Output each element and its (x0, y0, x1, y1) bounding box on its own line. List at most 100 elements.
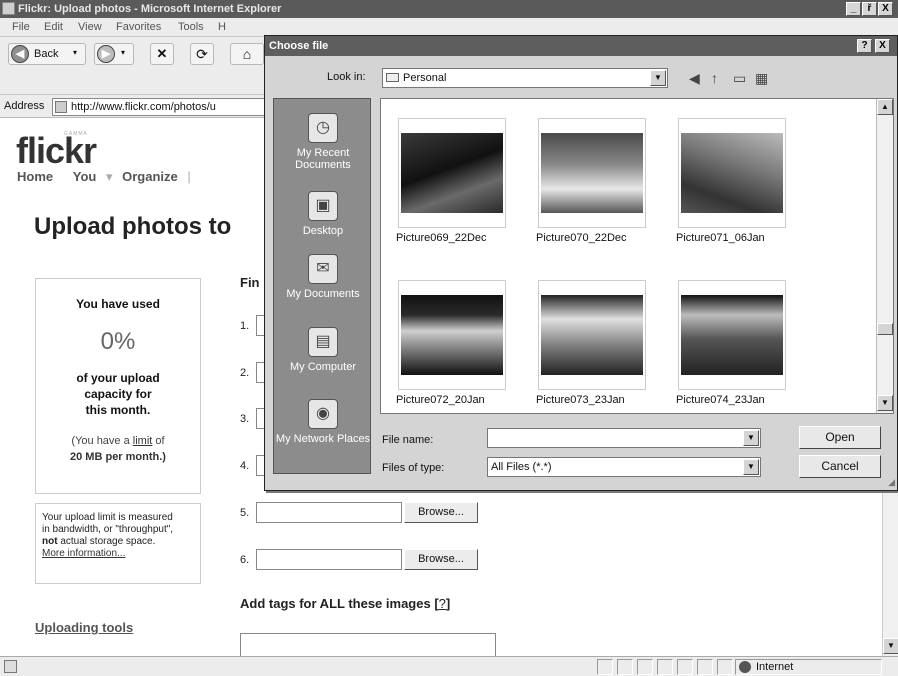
file-name-label[interactable]: Picture074_23Jan (676, 394, 796, 406)
home-button[interactable]: ⌂ (230, 43, 264, 65)
file-thumbnail[interactable] (678, 118, 786, 228)
limit-text-post: of (152, 435, 165, 447)
menu-help[interactable]: H (218, 21, 226, 33)
look-in-select[interactable]: Personal ▼ (382, 68, 668, 88)
browse-button[interactable]: Browse... (404, 502, 478, 523)
chevron-down-icon[interactable]: ▼ (650, 70, 666, 86)
menu-view[interactable]: View (78, 21, 102, 33)
limit-text-pre: (You have a (71, 435, 133, 447)
usage-line2: of your upload (76, 371, 160, 385)
back-folder-icon[interactable]: ◀ (689, 70, 700, 86)
files-of-type-label: Files of type: (382, 462, 445, 474)
chevron-down-icon: ▾ (73, 48, 78, 57)
tags-label-end: ] (445, 596, 451, 611)
my-network-places-icon: ◉ (308, 399, 338, 429)
place-desktop[interactable]: ▣ Desktop (274, 191, 372, 237)
scroll-down-icon[interactable]: ▼ (883, 638, 898, 654)
file-name-label[interactable]: Picture072_20Jan (396, 394, 516, 406)
file-row-number: 3. (240, 413, 250, 425)
file-thumbnail[interactable] (538, 280, 646, 390)
uploading-tools-link[interactable]: Uploading tools (35, 620, 133, 635)
place-label: My Documents (286, 288, 360, 300)
my-documents-icon: ✉ (308, 254, 338, 284)
place-label: Desktop (302, 225, 344, 237)
page-title: Upload photos to (34, 213, 232, 240)
place-my-documents[interactable]: ✉ My Documents (274, 254, 372, 300)
note-not: not (42, 536, 58, 547)
nav-you-dropdown-icon[interactable]: ▾ (106, 169, 113, 184)
photo-image (681, 133, 783, 213)
file-name-label[interactable]: Picture073_23Jan (536, 394, 656, 406)
back-button[interactable]: ◀ Back ▾ (8, 43, 86, 65)
scroll-up-icon[interactable]: ▲ (877, 99, 893, 115)
nav-home[interactable]: Home (17, 169, 53, 184)
nav-you[interactable]: You (73, 169, 97, 184)
nav-organize[interactable]: Organize (122, 169, 178, 184)
chevron-down-icon[interactable]: ▼ (743, 459, 759, 475)
place-label: My Recent Documents (295, 147, 351, 171)
tags-help-link[interactable]: ? (439, 596, 446, 611)
file-name-label[interactable]: Picture071_06Jan (676, 232, 796, 244)
files-of-type-value: All Files (*.*) (491, 461, 552, 473)
browse-button[interactable]: Browse... (404, 549, 478, 570)
files-of-type-select[interactable]: All Files (*.*) ▼ (487, 457, 761, 477)
home-icon: ⌂ (242, 46, 252, 62)
help-button[interactable]: ? (857, 39, 872, 53)
photo-image (401, 295, 503, 375)
forward-button[interactable]: ▶ ▾ (94, 43, 134, 65)
file-name-label[interactable]: Picture069_22Dec (396, 232, 516, 244)
restore-button[interactable]: ř (862, 2, 877, 16)
file-input[interactable] (256, 502, 402, 523)
file-name-input[interactable]: ▼ (487, 428, 761, 448)
file-row-number: 5. (240, 507, 250, 519)
resize-grip-icon[interactable]: ◢ (888, 477, 895, 488)
file-thumbnail[interactable] (398, 118, 506, 228)
usage-box: You have used 0% of your upload capacity… (35, 278, 201, 494)
place-label: My Network Places (275, 433, 371, 445)
file-name-label[interactable]: Picture070_22Dec (536, 232, 656, 244)
file-row-number: 2. (240, 367, 250, 379)
place-my-network[interactable]: ◉ My Network Places (274, 399, 372, 445)
dialog-close-button[interactable]: X (875, 39, 890, 53)
tags-label: Add tags for ALL these images [?] (240, 596, 450, 611)
file-input[interactable] (256, 549, 402, 570)
file-thumbnail[interactable] (398, 280, 506, 390)
cancel-button[interactable]: Cancel (799, 455, 881, 478)
address-input[interactable]: http://www.flickr.com/photos/u (52, 98, 268, 116)
menu-file[interactable]: File (12, 21, 30, 33)
menu-edit[interactable]: Edit (44, 21, 63, 33)
note-line2: in bandwidth, or "throughput", (42, 524, 174, 535)
more-information-link[interactable]: More information... (42, 548, 194, 560)
refresh-button[interactable]: ⟳ (190, 43, 214, 65)
open-button[interactable]: Open (799, 426, 881, 449)
new-folder-icon[interactable]: ▭ (733, 70, 746, 86)
stop-button[interactable]: ✕ (150, 43, 174, 65)
place-recent[interactable]: ◷ My Recent Documents (274, 113, 372, 171)
places-bar: ◷ My Recent Documents ▣ Desktop ✉ My Docume… (273, 98, 371, 474)
photo-image (681, 295, 783, 375)
address-value: http://www.flickr.com/photos/u (71, 101, 216, 113)
status-cell (657, 659, 673, 675)
limit-link[interactable]: limit (133, 435, 153, 447)
close-button[interactable]: X (878, 2, 893, 16)
menu-favorites[interactable]: Favorites (116, 21, 161, 33)
minimize-button[interactable]: _ (846, 2, 861, 16)
file-thumbnail[interactable] (538, 118, 646, 228)
tags-input[interactable] (240, 633, 496, 658)
up-folder-icon[interactable]: ↑ (711, 70, 718, 86)
photo-image (401, 133, 503, 213)
menu-tools[interactable]: Tools (178, 21, 204, 33)
recent-documents-icon: ◷ (308, 113, 338, 143)
chevron-down-icon[interactable]: ▼ (743, 430, 759, 446)
file-thumbnail[interactable] (678, 280, 786, 390)
zone-label: Internet (756, 661, 794, 673)
note-line3-rest: actual storage space. (57, 536, 156, 547)
scroll-thumb[interactable] (877, 323, 893, 335)
back-label: Back (34, 48, 59, 60)
status-cell (637, 659, 653, 675)
file-list-scrollbar[interactable]: ▲ ▼ (876, 99, 893, 413)
scroll-down-icon[interactable]: ▼ (877, 395, 893, 411)
place-my-computer[interactable]: ▤ My Computer (274, 327, 372, 373)
view-menu-icon[interactable]: ▦ (755, 70, 768, 86)
back-arrow-icon: ◀ (11, 45, 29, 63)
